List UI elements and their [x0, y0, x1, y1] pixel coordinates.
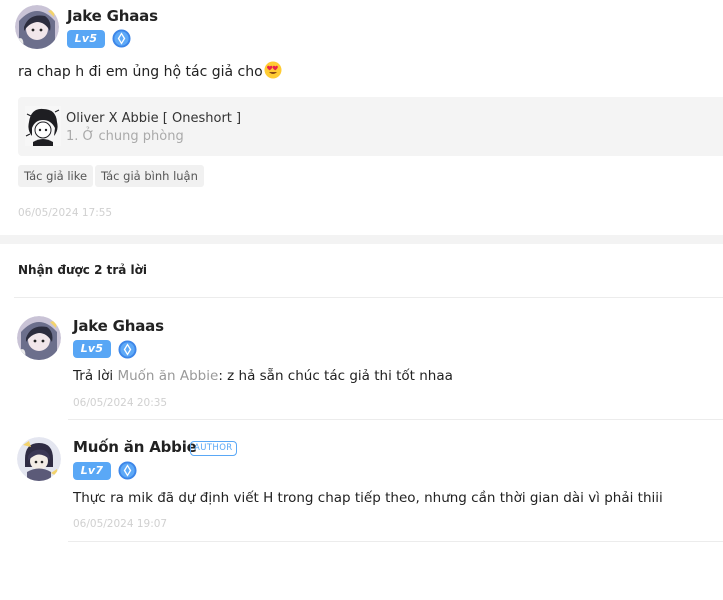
story-chapter[interactable]: 1. Ở chung phòng	[66, 129, 184, 144]
comment-avatar[interactable]	[15, 5, 59, 49]
comment-username[interactable]: Jake Ghaas	[67, 7, 158, 25]
reply-text: Thực ra mik đã dự định viết H trong chap…	[73, 490, 663, 506]
reply-divider	[68, 419, 723, 420]
comment-text-body: ra chap h đi em ủng hộ tác giả cho	[18, 64, 263, 80]
level-badge: Lv7	[73, 462, 111, 480]
reply-text: Trả lời Muốn ăn Abbie: z hả sẵn chúc tác…	[73, 368, 453, 384]
reply-username[interactable]: Jake Ghaas	[73, 317, 164, 335]
heart-eyes-emoji-icon	[264, 61, 282, 79]
tag-author-liked: Tác giả like	[18, 165, 94, 187]
reply-timestamp: 06/05/2024 19:07	[73, 518, 168, 530]
story-thumbnail	[25, 106, 61, 146]
replies-header-divider	[14, 297, 723, 298]
diamond-rank-icon	[118, 340, 137, 359]
reply-avatar[interactable]	[17, 316, 61, 360]
story-title[interactable]: Oliver X Abbie [ Oneshort ]	[66, 111, 241, 126]
tag-author-commented: Tác giả bình luận	[95, 165, 204, 187]
reply-divider	[68, 541, 723, 542]
level-badge: Lv5	[67, 30, 105, 48]
replies-count-header: Nhận được 2 trả lời	[18, 263, 147, 277]
section-separator	[0, 235, 723, 244]
comment-text: ra chap h đi em ủng hộ tác giả cho	[18, 61, 282, 80]
diamond-rank-icon	[112, 29, 131, 48]
reply-prefix: Trả lời	[73, 368, 114, 384]
story-card[interactable]: Oliver X Abbie [ Oneshort ] 1. Ở chung p…	[18, 97, 723, 156]
comment-timestamp: 06/05/2024 17:55	[18, 207, 113, 219]
author-badge: AUTHOR	[190, 441, 237, 456]
diamond-rank-icon	[118, 461, 137, 480]
reply-username[interactable]: Muốn ăn Abbie	[73, 438, 197, 456]
level-badge: Lv5	[73, 340, 111, 358]
reply-timestamp: 06/05/2024 20:35	[73, 397, 168, 409]
reply-body: : z hả sẵn chúc tác giả thi tốt nhaa	[218, 368, 453, 384]
reply-avatar[interactable]	[17, 437, 61, 481]
reply-mention[interactable]: Muốn ăn Abbie	[117, 368, 218, 384]
